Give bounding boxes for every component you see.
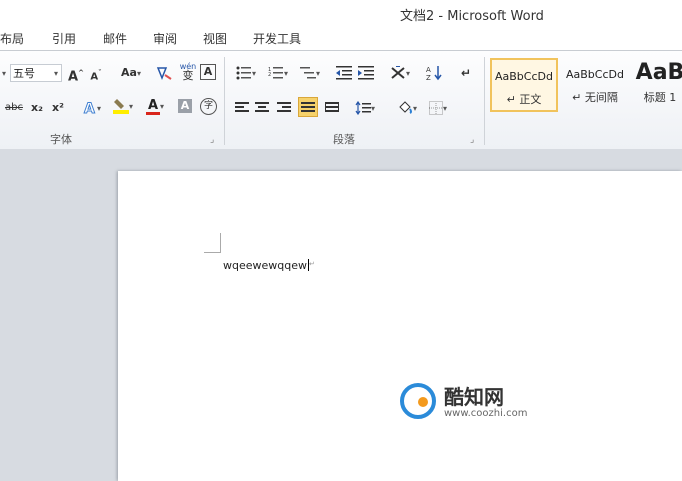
- char-shading-button[interactable]: A: [178, 99, 192, 113]
- sort-button[interactable]: AZ: [424, 64, 444, 82]
- align-left-icon: [235, 102, 249, 112]
- svg-text:A: A: [426, 66, 431, 74]
- chinese-layout-icon: [391, 65, 405, 79]
- tab-references[interactable]: 引用: [52, 30, 76, 47]
- style-name: ↵ 无间隔: [572, 91, 618, 104]
- paragraph-dialog-launcher-icon[interactable]: ⌟: [470, 135, 474, 145]
- justify-icon: [301, 102, 315, 112]
- window-title: 文档2 - Microsoft Word: [400, 9, 544, 24]
- font-size-value: 五号: [13, 67, 35, 80]
- align-center-icon: [255, 102, 269, 112]
- clear-format-icon: [156, 66, 172, 80]
- svg-text:Z: Z: [426, 74, 431, 81]
- style-sample: AaB: [635, 60, 682, 85]
- decrease-indent-button[interactable]: [334, 64, 354, 82]
- font-name-dropdown-icon[interactable]: ▾: [0, 64, 8, 82]
- paragraph-mark-icon: ↵: [309, 260, 315, 268]
- distributed-button[interactable]: [322, 99, 342, 117]
- group-divider: [484, 57, 485, 145]
- align-center-button[interactable]: [252, 99, 272, 117]
- bullet-list-icon: [236, 66, 251, 80]
- tab-review[interactable]: 审阅: [153, 30, 177, 47]
- tab-developer[interactable]: 开发工具: [253, 30, 301, 47]
- outdent-icon: [336, 66, 352, 80]
- style-name: 标题 1: [643, 91, 677, 104]
- style-no-spacing[interactable]: AaBbCcDd ↵ 无间隔: [561, 58, 629, 112]
- strikethrough-button[interactable]: abc: [4, 99, 24, 117]
- ribbon: ▾ 五号 ▾ A^ Aˇ Aa▾ wén 变 A abc x₂ x² A ▾ ▾ A…: [0, 50, 682, 150]
- tab-page-layout[interactable]: 页面布局: [0, 30, 24, 47]
- bullets-button[interactable]: ▾: [232, 64, 260, 82]
- tab-view[interactable]: 视图: [203, 30, 227, 47]
- document-page[interactable]: wqeewewqqew ↵: [118, 171, 682, 481]
- ribbon-tabs: 页面布局 引用 邮件 审阅 视图 开发工具: [0, 24, 682, 50]
- text-effects-button[interactable]: A ▾: [80, 99, 104, 118]
- style-normal[interactable]: AaBbCcDd ↵ 正文: [490, 58, 558, 112]
- shrink-font-button[interactable]: Aˇ: [86, 64, 106, 82]
- char-border-button[interactable]: A: [200, 64, 216, 80]
- enclose-char-button[interactable]: 字: [200, 98, 217, 115]
- style-heading-1[interactable]: AaB 标题 1: [630, 58, 682, 112]
- line-spacing-button[interactable]: ▾: [352, 99, 378, 117]
- coozhi-logo-icon: [400, 383, 436, 419]
- watermark: 酷知网 www.coozhi.com: [400, 379, 540, 429]
- svg-text:A: A: [84, 101, 95, 116]
- highlighter-icon: [112, 99, 129, 114]
- chinese-layout-button[interactable]: ▾: [386, 64, 414, 82]
- line-spacing-icon: [355, 100, 371, 116]
- title-bar: 文档2 - Microsoft Word: [0, 0, 682, 24]
- sort-az-icon: AZ: [426, 66, 442, 82]
- phonetic-guide-button[interactable]: wén 变: [178, 62, 198, 81]
- align-right-icon: [277, 102, 291, 112]
- paragraph-group-label: 段落: [333, 133, 355, 146]
- font-group-label: 字体: [50, 133, 72, 146]
- document-area: wqeewewqqew ↵ 酷知网 www.coozhi.com: [0, 149, 682, 481]
- highlight-button[interactable]: ▾: [110, 97, 136, 115]
- multilevel-list-button[interactable]: ▾: [296, 64, 324, 82]
- change-case-button[interactable]: Aa▾: [116, 64, 146, 82]
- increase-indent-button[interactable]: [356, 64, 376, 82]
- tab-mailings[interactable]: 邮件: [103, 30, 127, 47]
- pinyin-guide-button[interactable]: [154, 64, 174, 82]
- border-grid-icon: [428, 101, 443, 115]
- subscript-button[interactable]: x₂: [27, 99, 47, 117]
- justify-button[interactable]: [298, 97, 318, 117]
- distribute-icon: [325, 102, 339, 112]
- style-sample: AaBbCcDd: [566, 68, 624, 81]
- multilevel-list-icon: [299, 67, 316, 79]
- watermark-url: www.coozhi.com: [444, 408, 528, 419]
- shading-button[interactable]: ▾: [394, 99, 420, 117]
- align-left-button[interactable]: [232, 99, 252, 117]
- indent-icon: [358, 66, 374, 80]
- margin-corner-mark: [204, 252, 220, 253]
- style-name: ↵ 正文: [506, 93, 542, 106]
- document-text[interactable]: wqeewewqqew ↵: [223, 259, 315, 272]
- font-size-select[interactable]: 五号 ▾: [10, 64, 62, 82]
- document-text-content: wqeewewqqew: [223, 259, 308, 272]
- svg-text:2: 2: [268, 72, 271, 78]
- numbered-list-icon: 12: [268, 67, 283, 79]
- font-color-label: A: [147, 98, 159, 113]
- paint-bucket-icon: [399, 101, 412, 114]
- grow-font-button[interactable]: A^: [66, 64, 86, 84]
- font-color-button[interactable]: A ▾: [142, 97, 168, 115]
- align-right-button[interactable]: [274, 99, 294, 117]
- numbering-button[interactable]: 1 2 ▾: [264, 64, 292, 82]
- superscript-button[interactable]: x²: [48, 99, 68, 117]
- chevron-down-icon: ▾: [53, 69, 58, 78]
- text-effect-icon: A: [83, 101, 95, 118]
- margin-corner-mark: [220, 233, 221, 253]
- font-dialog-launcher-icon[interactable]: ⌟: [210, 135, 214, 145]
- borders-button[interactable]: ▾: [424, 99, 452, 117]
- show-marks-button[interactable]: ↵: [456, 64, 476, 82]
- watermark-name: 酷知网: [444, 385, 504, 409]
- style-sample: AaBbCcDd: [495, 70, 553, 83]
- group-divider: [224, 57, 225, 145]
